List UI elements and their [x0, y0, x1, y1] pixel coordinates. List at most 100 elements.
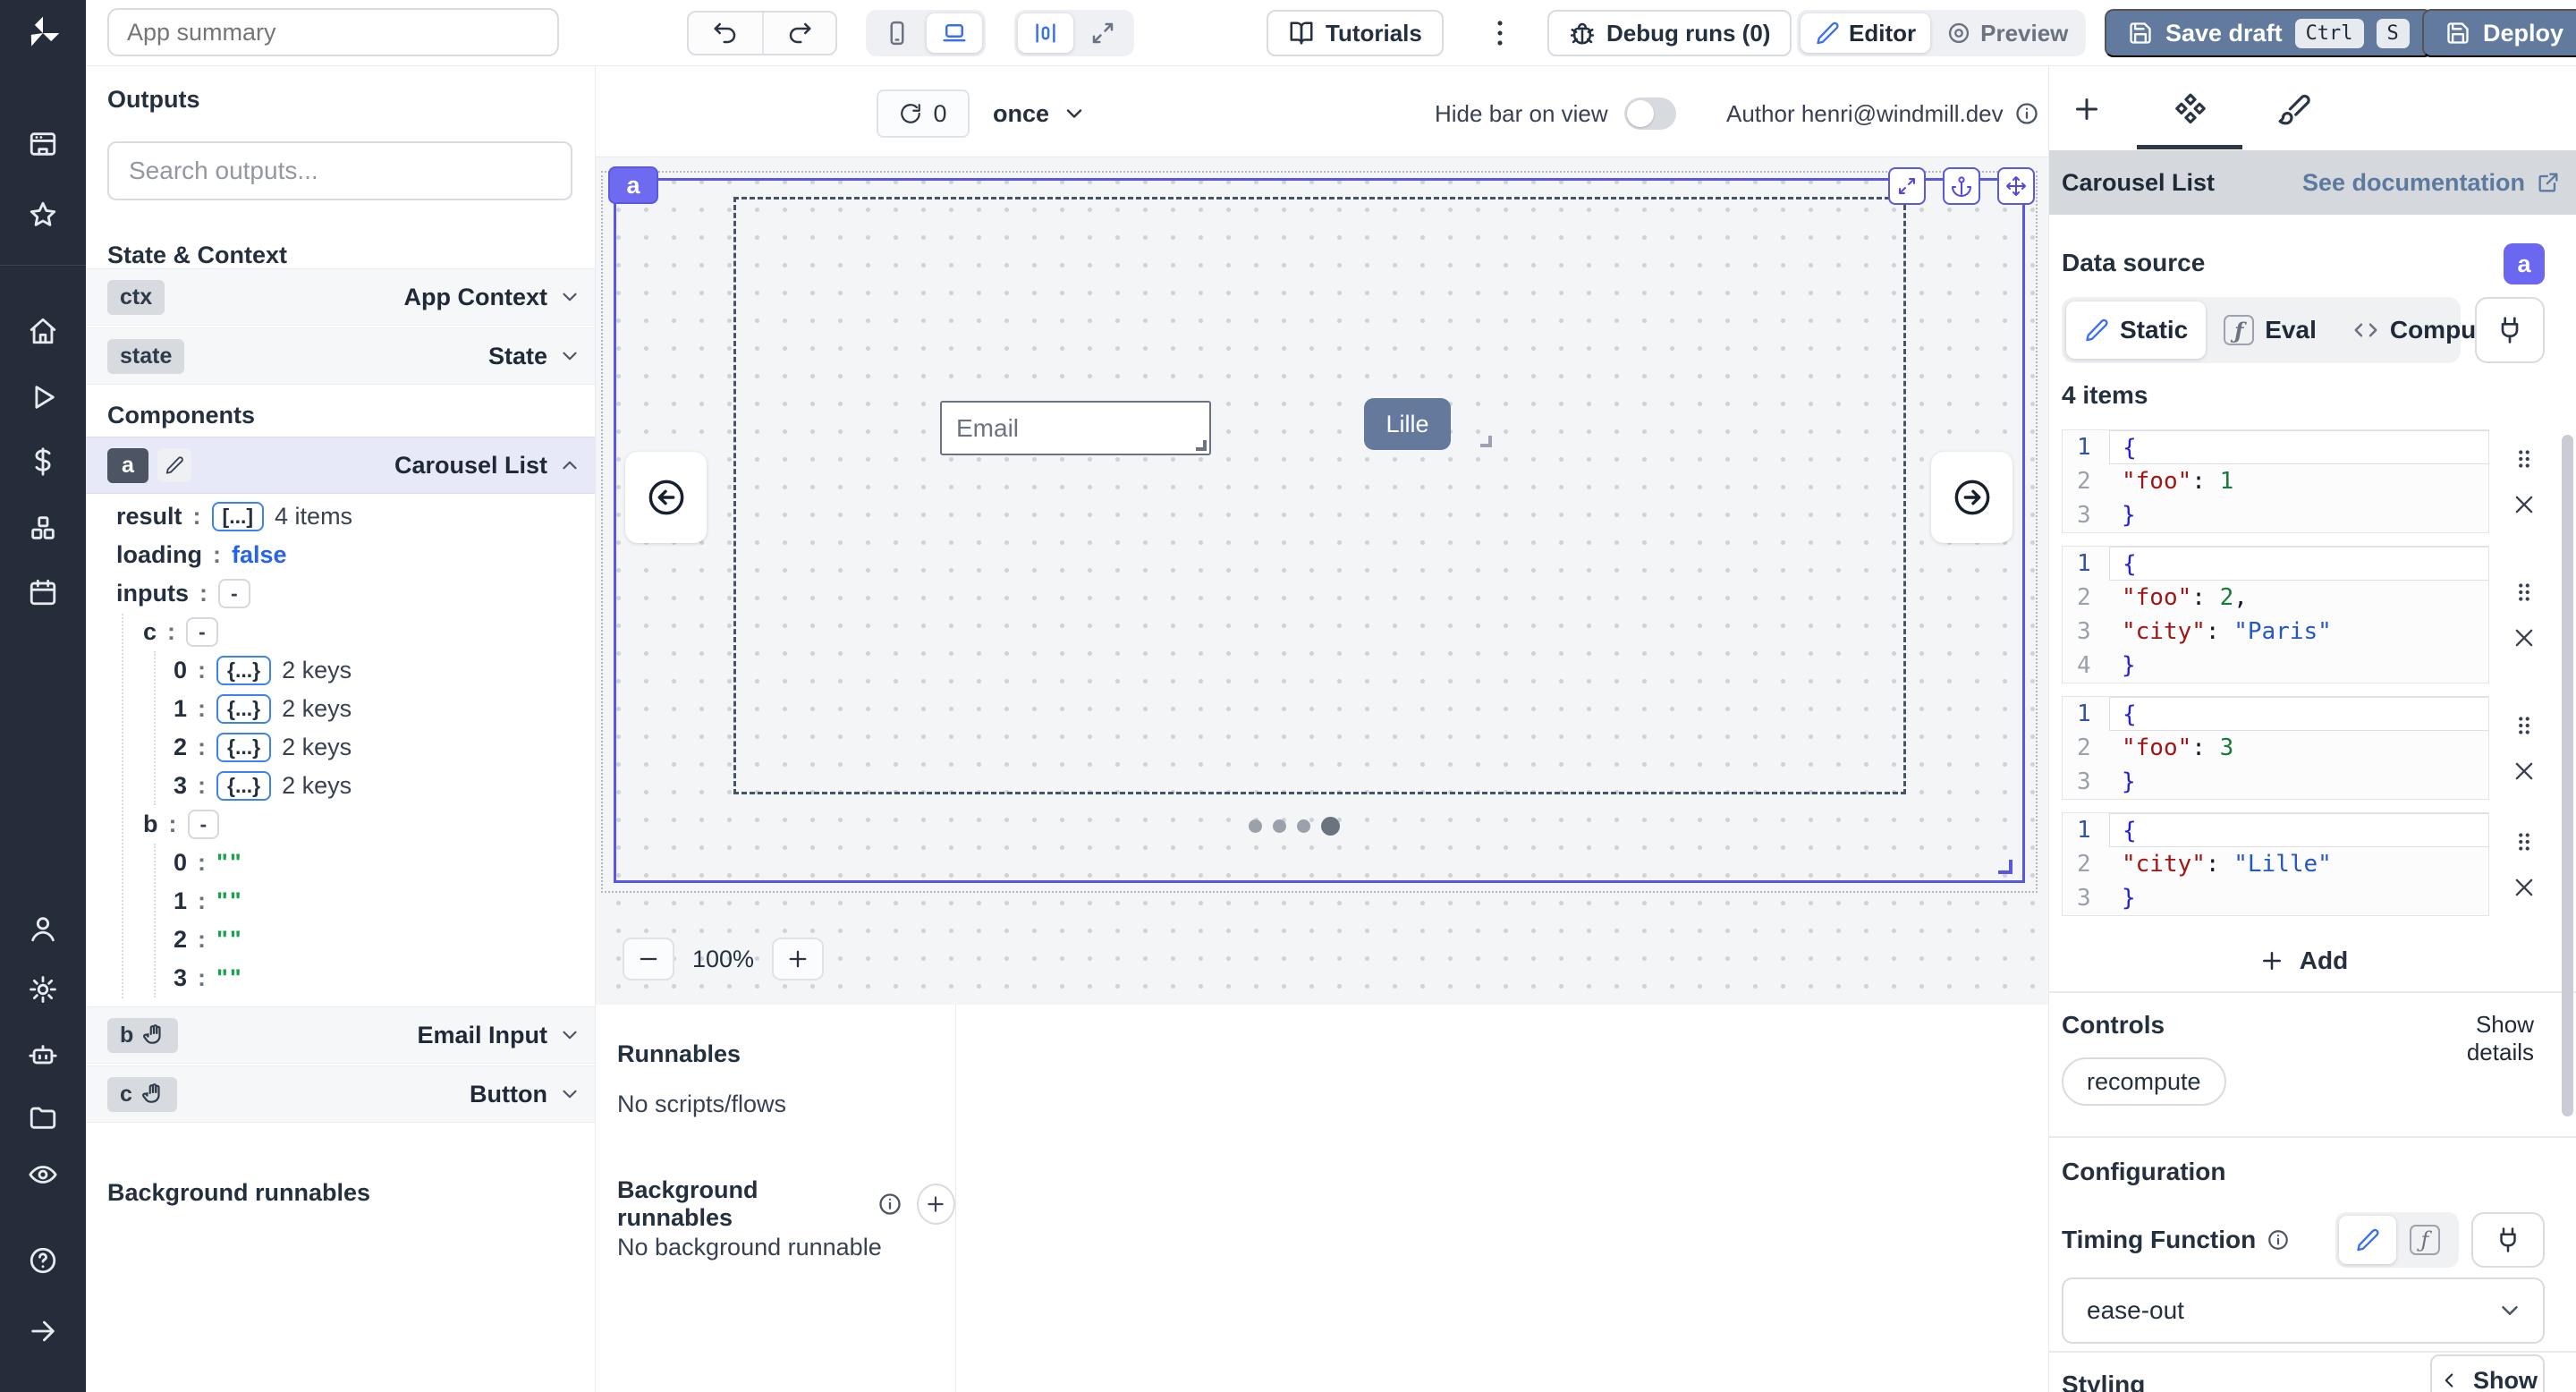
rail-runs-icon[interactable] [25, 379, 61, 415]
add-item-button[interactable]: Add [2062, 938, 2545, 984]
tree-expand-badge[interactable]: [...] [212, 502, 265, 531]
chevron-down-icon[interactable] [558, 344, 581, 368]
show-details-link[interactable]: Show details [2407, 1011, 2534, 1066]
tree-expand-badge[interactable]: - [186, 617, 218, 647]
rail-variables-icon[interactable] [25, 444, 61, 480]
app-summary-input[interactable] [107, 8, 559, 56]
see-documentation-link[interactable]: See documentation [2302, 169, 2561, 197]
component-row-button[interactable]: c Button [86, 1065, 596, 1123]
rail-audit-logs-icon[interactable] [25, 1157, 61, 1193]
app-canvas[interactable]: a Email Lille 100% [596, 157, 2048, 1005]
tree-expand-badge[interactable]: {...} [216, 656, 271, 685]
chevron-up-icon[interactable] [558, 454, 581, 477]
desktop-view-button[interactable] [927, 13, 982, 53]
json-item-editor[interactable]: 1{2"foo": 33} [2062, 696, 2489, 800]
editor-tab[interactable]: Editor [1801, 13, 1930, 53]
carousel-dot[interactable] [1297, 819, 1310, 833]
tree-expand-badge[interactable]: - [188, 810, 220, 839]
static-mode-button[interactable]: Static [2066, 301, 2206, 359]
component-settings-tab[interactable] [2171, 89, 2210, 129]
carousel-dot[interactable] [1249, 819, 1262, 833]
refresh-count-button[interactable]: 0 [877, 89, 970, 138]
move-handle-button[interactable] [1997, 167, 2035, 205]
delete-item-icon[interactable] [2512, 492, 2537, 517]
json-item-editor[interactable]: 1{2"foo": 2,3"city": "Paris"4} [2062, 546, 2489, 683]
drag-handle-icon[interactable] [2511, 828, 2538, 855]
center-align-button[interactable] [1018, 13, 1073, 53]
tree-expand-badge[interactable]: {...} [216, 733, 271, 762]
eval-mode-button[interactable]: ƒ Eval [2206, 301, 2334, 359]
connect-plug-button[interactable] [2471, 1212, 2545, 1268]
rail-apps-icon[interactable] [25, 126, 61, 162]
insert-component-tab[interactable] [2067, 89, 2106, 129]
carousel-dot[interactable] [1273, 819, 1286, 833]
email-input-component[interactable]: Email [940, 401, 1211, 455]
rail-home-icon[interactable] [25, 313, 61, 349]
component-row-email-input[interactable]: b Email Input [86, 1006, 596, 1064]
styling-tab[interactable] [2275, 89, 2314, 129]
drag-handle-icon[interactable] [2511, 579, 2538, 606]
rename-pencil-icon[interactable] [157, 448, 191, 482]
carousel-next-button[interactable] [1931, 452, 2012, 543]
delete-item-icon[interactable] [2512, 625, 2537, 650]
search-outputs-input[interactable] [107, 141, 572, 200]
hide-bar-toggle[interactable] [1624, 98, 1676, 130]
drag-handle-icon[interactable] [2511, 446, 2538, 472]
resize-handle[interactable] [1196, 440, 1207, 451]
chevron-down-icon[interactable] [558, 285, 581, 309]
recompute-button[interactable]: recompute [2062, 1057, 2226, 1106]
undo-button[interactable] [689, 13, 762, 54]
ctx-row[interactable]: ctx App Context [86, 268, 596, 326]
chevron-down-icon[interactable] [558, 1082, 581, 1106]
expand-handle-button[interactable] [1888, 167, 1926, 205]
zoom-in-button[interactable] [772, 938, 824, 980]
rail-settings-icon[interactable] [25, 972, 61, 1007]
redo-button[interactable] [762, 13, 835, 54]
show-styling-button[interactable]: Show [2430, 1354, 2545, 1392]
delete-item-icon[interactable] [2512, 759, 2537, 784]
chevron-down-icon[interactable] [558, 1023, 581, 1047]
debug-runs-button[interactable]: Debug runs (0) [1547, 10, 1792, 56]
state-row[interactable]: state State [86, 327, 596, 385]
save-draft-button[interactable]: Save draft Ctrl S [2105, 9, 2433, 57]
tree-expand-badge[interactable]: - [218, 579, 250, 608]
rail-workers-icon[interactable] [25, 1036, 61, 1072]
button-component[interactable]: Lille [1364, 398, 1451, 450]
tree-expand-badge[interactable]: {...} [216, 694, 271, 724]
scrollbar-thumb[interactable] [2562, 435, 2573, 1116]
info-icon[interactable] [877, 1192, 902, 1217]
info-icon[interactable] [2014, 101, 2039, 126]
schedule-dropdown[interactable]: once [993, 89, 1087, 138]
delete-item-icon[interactable] [2512, 875, 2537, 900]
json-item-editor[interactable]: 1{2"city": "Lille"3} [2062, 812, 2489, 916]
resize-handle[interactable] [1480, 436, 1492, 447]
anchor-handle-button[interactable] [1943, 167, 1980, 205]
rail-users-icon[interactable] [25, 911, 61, 946]
drag-handle-icon[interactable] [2511, 712, 2538, 739]
rail-folders-icon[interactable] [25, 1099, 61, 1135]
carousel-item-container[interactable] [733, 197, 1906, 794]
preview-tab[interactable]: Preview [1932, 13, 2082, 53]
tree-expand-badge[interactable]: {...} [216, 771, 271, 801]
windmill-logo[interactable] [0, 0, 86, 66]
more-menu-button[interactable] [1483, 16, 1517, 50]
component-row-carousel[interactable]: a Carousel List [86, 437, 596, 494]
component-resize-corner[interactable] [1998, 860, 2012, 874]
rail-schedules-icon[interactable] [25, 574, 61, 610]
carousel-dot-active[interactable] [1321, 817, 1340, 836]
tutorials-button[interactable]: Tutorials [1267, 10, 1444, 56]
rail-help-icon[interactable] [25, 1243, 61, 1278]
zoom-out-button[interactable] [623, 938, 674, 980]
info-icon[interactable] [2267, 1228, 2290, 1252]
add-background-runnable-button[interactable] [917, 1184, 955, 1225]
deploy-button[interactable]: Deploy [2422, 9, 2576, 57]
rail-resources-icon[interactable] [25, 510, 61, 546]
timing-function-select[interactable]: ease-out [2062, 1277, 2545, 1344]
fullwidth-button[interactable] [1075, 13, 1131, 53]
carousel-prev-button[interactable] [625, 452, 707, 543]
rail-expand-icon[interactable] [25, 1313, 61, 1349]
static-mode-button[interactable] [2339, 1216, 2396, 1264]
connect-plug-button[interactable] [2475, 297, 2545, 363]
mobile-view-button[interactable] [869, 13, 925, 53]
eval-mode-button[interactable]: ƒ [2396, 1216, 2453, 1264]
